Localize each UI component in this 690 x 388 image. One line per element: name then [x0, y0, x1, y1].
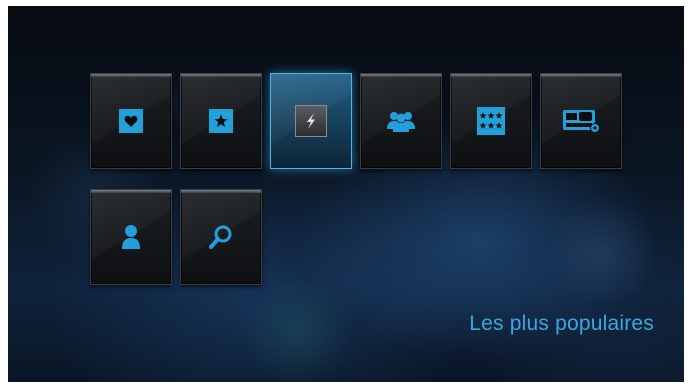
- tile-youtube-account[interactable]: [540, 73, 622, 169]
- tile-top-edge: [361, 74, 441, 77]
- tile-rated[interactable]: [450, 73, 532, 169]
- background-glow: [548, 196, 658, 306]
- user-icon: [120, 224, 142, 250]
- tile-most-popular[interactable]: [270, 73, 352, 169]
- tile-search[interactable]: [180, 189, 262, 285]
- tile-top-edge: [451, 74, 531, 77]
- youtube-icon: [561, 108, 601, 134]
- section-caption: Les plus populaires: [469, 312, 654, 335]
- heart-icon: [119, 109, 143, 133]
- tile-top-rated[interactable]: [180, 73, 262, 169]
- tile-my-account[interactable]: [90, 189, 172, 285]
- background-glow: [243, 276, 353, 382]
- tile-top-edge: [541, 74, 621, 77]
- tile-top-edge: [91, 74, 171, 77]
- tile-top-edge: [91, 190, 171, 193]
- search-icon: [208, 224, 234, 250]
- tile-top-edge: [181, 74, 261, 77]
- star-icon: [209, 109, 233, 133]
- lightning-icon: [295, 105, 327, 137]
- tile-people[interactable]: [360, 73, 442, 169]
- tile-favorites[interactable]: [90, 73, 172, 169]
- rating-stars-icon: [477, 107, 505, 135]
- media-player-screen: Les plus populaires: [8, 6, 684, 382]
- people-icon: [386, 109, 416, 133]
- tile-top-edge: [181, 190, 261, 193]
